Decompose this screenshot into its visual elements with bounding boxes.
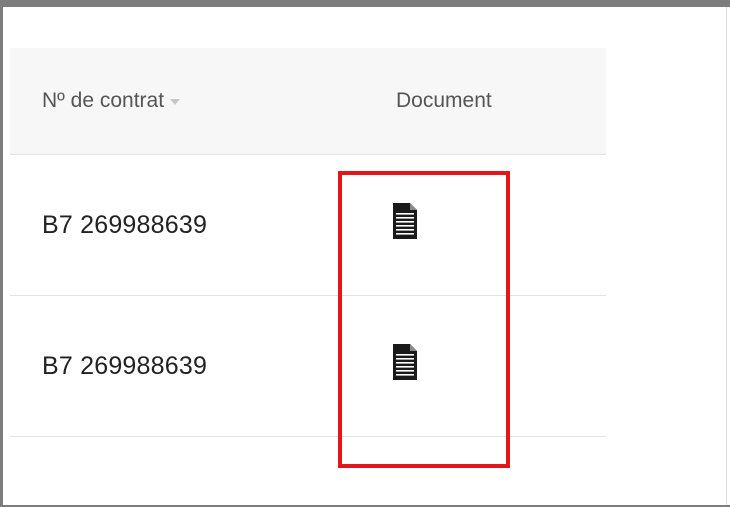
column-header-document: Document xyxy=(396,89,492,113)
table-row: B7 269988639 xyxy=(10,295,606,437)
column-header-contract-number-label: Nº de contrat xyxy=(42,89,165,112)
contract-number-cell: B7 269988639 xyxy=(42,352,208,380)
table-row: B7 269988639 xyxy=(10,154,606,295)
contracts-table: Nº de contrat Document B7 269988639 B7 2… xyxy=(10,48,606,437)
document-icon[interactable] xyxy=(393,344,417,380)
column-header-document-label: Document xyxy=(396,89,492,112)
sort-caret-icon[interactable] xyxy=(170,99,181,105)
contract-number-cell: B7 269988639 xyxy=(42,211,208,239)
table-header: Nº de contrat Document xyxy=(10,48,606,154)
page-frame: Nº de contrat Document B7 269988639 B7 2… xyxy=(0,0,730,507)
right-divider xyxy=(726,7,727,505)
document-icon[interactable] xyxy=(393,203,417,239)
column-header-contract-number[interactable]: Nº de contrat xyxy=(42,89,181,113)
